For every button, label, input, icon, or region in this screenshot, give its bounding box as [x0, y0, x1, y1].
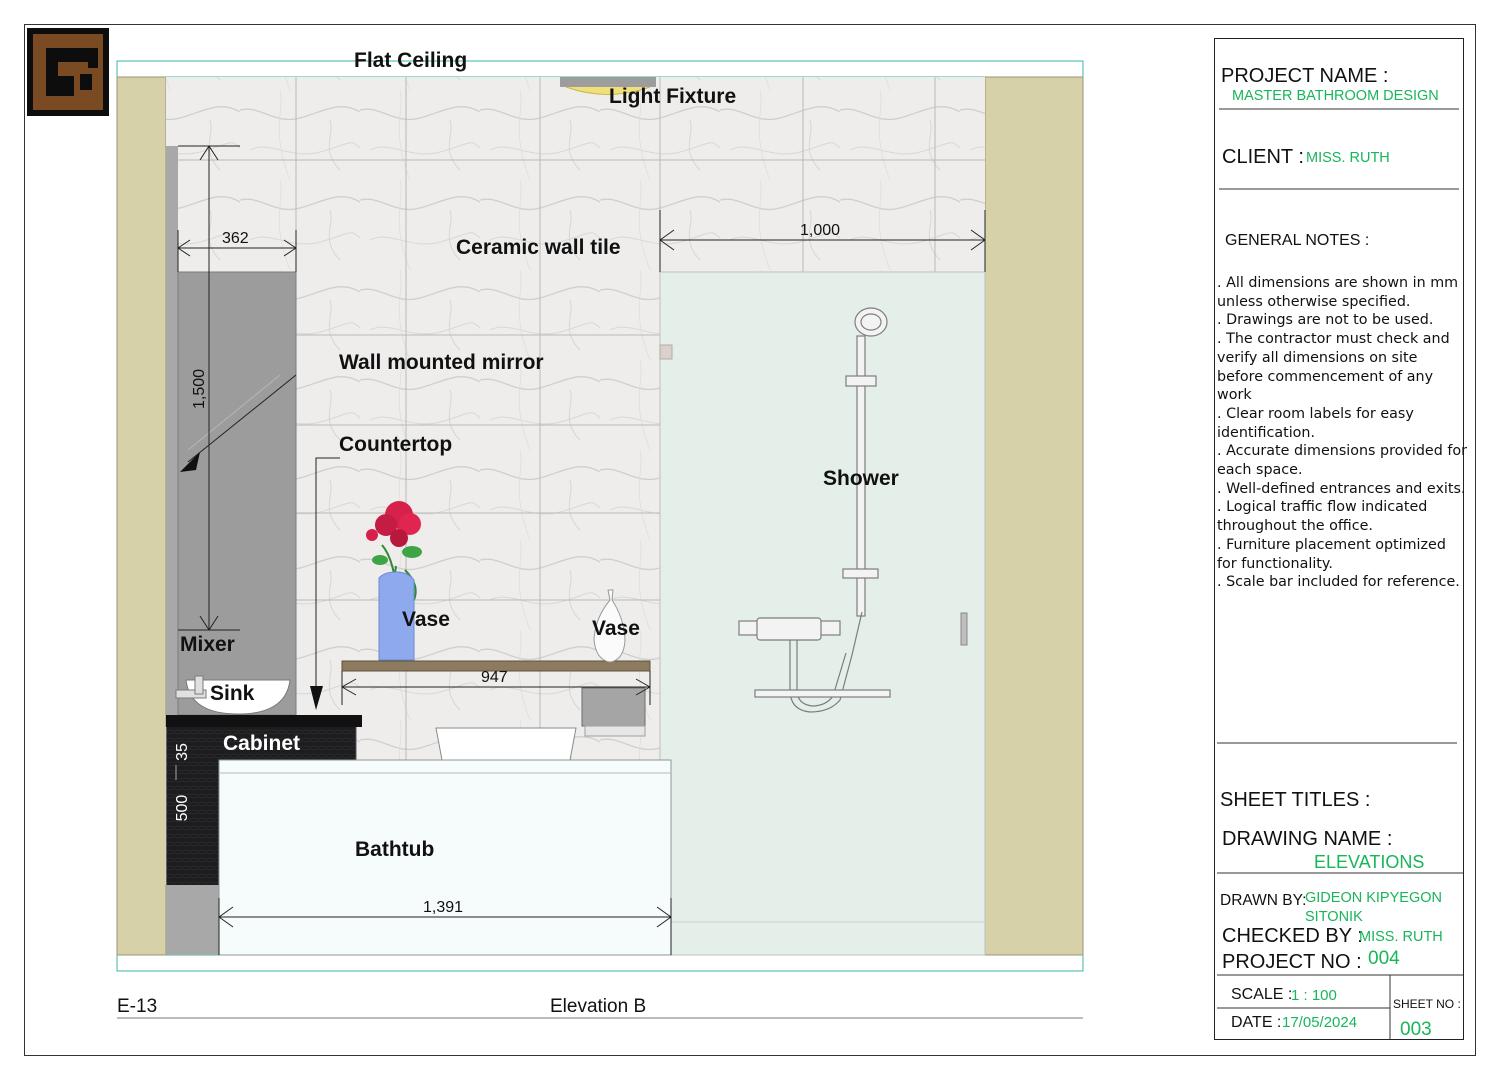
sheet-code: E-13: [117, 996, 158, 1017]
cabinet-label: Cabinet: [223, 732, 301, 755]
general-notes-label: GENERAL NOTES :: [1225, 232, 1370, 249]
general-notes-list: . All dimensions are shown in mm unless …: [1217, 274, 1467, 592]
client-value: MISS. RUTH: [1306, 150, 1390, 166]
bathtub-label: Bathtub: [355, 838, 435, 861]
note-item: . Accurate dimensions provided for each …: [1217, 443, 1468, 479]
note-item: . All dimensions are shown in mm unless …: [1217, 275, 1459, 310]
drawing-name-label: DRAWING NAME :: [1222, 828, 1393, 850]
light-fixture-label: Light Fixture: [609, 85, 737, 108]
sink-label: Sink: [210, 682, 255, 705]
drawn-by-label: DRAWN BY:: [1220, 892, 1307, 909]
vase-left-label: Vase: [402, 608, 450, 631]
note-item: . Drawings are not to be used.: [1217, 312, 1434, 329]
dimension-countertop-thickness: 35: [174, 743, 191, 761]
sheet-no-label: SHEET NO :: [1393, 997, 1461, 1011]
drawn-by-name-line1: GIDEON KIPYEGON: [1305, 890, 1442, 906]
note-item: . Clear room labels for easy identificat…: [1217, 405, 1414, 441]
note-item: . Well-defined entrances and exits.: [1217, 480, 1466, 497]
countertop-label: Countertop: [339, 433, 453, 456]
note-item: . The contractor must check and verify a…: [1217, 331, 1450, 404]
dimension-shower-width: 1,000: [800, 222, 841, 239]
countertop-slab: [166, 715, 362, 727]
vessel-sink: [435, 727, 577, 761]
shower-label: Shower: [823, 467, 899, 490]
drawing-name-value: ELEVATIONS: [1314, 852, 1425, 872]
scale-value: 1 : 100: [1291, 987, 1337, 1004]
checked-by-label: CHECKED BY :: [1222, 925, 1363, 947]
sheet-titles-label: SHEET TITLES :: [1220, 789, 1371, 811]
dimension-bathtub-width: 1,391: [423, 899, 464, 916]
dimension-mirror-height: 1,500: [191, 368, 208, 409]
sheet-no-value: 003: [1400, 1019, 1432, 1040]
client-label: CLIENT :: [1222, 146, 1304, 168]
dimension-countertop-width: 947: [481, 669, 508, 686]
view-title: Elevation B: [550, 996, 647, 1017]
ceramic-wall-tile-label: Ceramic wall tile: [456, 236, 621, 259]
note-item: . Scale bar included for reference.: [1217, 574, 1460, 591]
project-name-label: PROJECT NAME :: [1221, 65, 1389, 87]
drawn-by-name-line2: SITONIK: [1305, 909, 1363, 925]
note-item: . Logical traffic flow indicated through…: [1217, 499, 1428, 535]
mixer-label: Mixer: [180, 633, 235, 656]
date-label: DATE :: [1231, 1014, 1282, 1031]
note-item: . Furniture placement optimized for func…: [1217, 536, 1446, 572]
project-no-value: 004: [1368, 948, 1400, 969]
wall-mounted-mirror-label: Wall mounted mirror: [339, 351, 544, 374]
date-value: 17/05/2024: [1282, 1014, 1358, 1031]
dimension-mirror-width: 362: [222, 230, 249, 247]
project-no-label: PROJECT NO :: [1222, 951, 1362, 973]
checked-by-value: MISS. RUTH: [1359, 929, 1443, 945]
dimension-cabinet-height: 500: [174, 794, 191, 822]
bathtub: [218, 759, 672, 956]
company-logo: [27, 28, 109, 116]
scale-label: SCALE :: [1231, 986, 1293, 1003]
shower-enclosure: [659, 271, 986, 956]
flat-ceiling-label: Flat Ceiling: [354, 49, 468, 72]
project-name-value: MASTER BATHROOM DESIGN: [1232, 88, 1439, 104]
vase-right-label: Vase: [592, 617, 640, 640]
